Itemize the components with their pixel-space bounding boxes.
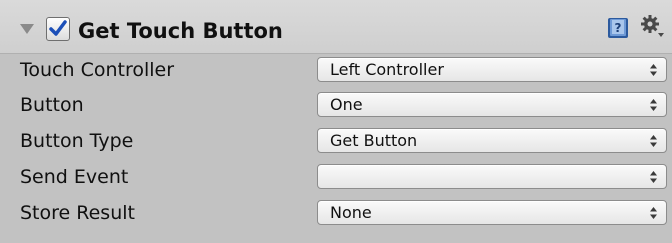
button-type-dropdown[interactable]: Get Button <box>317 128 667 153</box>
field-label: Touch Controller <box>20 59 175 81</box>
action-title: Get Touch Button <box>78 19 283 43</box>
field-row-button-type: Button Type Get Button <box>0 126 672 156</box>
field-row-send-event: Send Event <box>0 162 672 192</box>
dropdown-value: Left Controller <box>330 60 444 79</box>
send-event-dropdown[interactable] <box>317 164 667 189</box>
dropdown-arrows-icon <box>650 135 657 147</box>
dropdown-arrows-icon <box>650 171 657 183</box>
touch-controller-dropdown[interactable]: Left Controller <box>317 57 667 82</box>
store-result-dropdown[interactable]: None <box>317 200 667 225</box>
foldout-arrow-icon[interactable] <box>20 24 34 34</box>
field-row-button: Button One <box>0 90 672 120</box>
help-book-icon[interactable]: ? <box>606 16 630 40</box>
field-row-store-result: Store Result None <box>0 198 672 228</box>
field-label: Send Event <box>20 166 129 188</box>
dropdown-value: One <box>330 95 363 114</box>
field-label: Button Type <box>20 130 134 152</box>
dropdown-value: Get Button <box>330 131 418 150</box>
field-label: Button <box>20 94 84 116</box>
field-label: Store Result <box>20 202 135 224</box>
checkmark-icon <box>49 20 67 36</box>
dropdown-value: None <box>330 203 372 222</box>
gear-menu-icon[interactable] <box>638 12 666 40</box>
button-dropdown[interactable]: One <box>317 92 667 117</box>
dropdown-arrows-icon <box>650 64 657 76</box>
dropdown-arrows-icon <box>650 99 657 111</box>
field-row-touch-controller: Touch Controller Left Controller <box>0 55 672 85</box>
enabled-checkbox[interactable] <box>46 17 70 41</box>
dropdown-arrows-icon <box>650 207 657 219</box>
action-header: Get Touch Button ? <box>0 0 672 54</box>
svg-text:?: ? <box>615 21 622 35</box>
